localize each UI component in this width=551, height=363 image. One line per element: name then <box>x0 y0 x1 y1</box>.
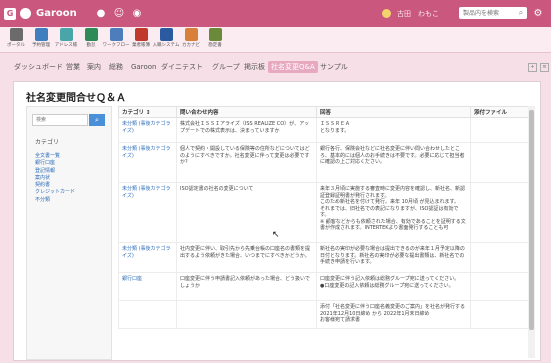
tab-sales[interactable]: 営業 <box>66 61 80 73</box>
category-link-bank[interactable]: 銀行口座 <box>35 160 75 167</box>
category-sidebar: ⌕ カテゴリ 全文書一覧 銀行口座 登記情報 案内状 契約書 クレジットカード … <box>26 106 112 360</box>
qa-table: カテゴリ ↕ 問い合わせ内容 回答 添付ファイル 未分類 (事後カテゴライズ) … <box>118 106 529 329</box>
category-link-registry[interactable]: 登記情報 <box>35 168 75 175</box>
column-header-attachment[interactable]: 添付ファイル <box>470 106 529 118</box>
app-account[interactable]: 勘定書 <box>201 28 229 48</box>
tab-group[interactable]: グループ <box>212 61 240 73</box>
portal-tabs: ダッシュボード 営業 案内 総務 Garoon ダイニテスト グループ 掲示板 … <box>0 58 551 76</box>
app-workflow[interactable]: ワークフロー <box>102 28 130 48</box>
column-header-question[interactable]: 問い合わせ内容 <box>176 106 317 118</box>
address-icon <box>59 28 73 41</box>
category-link-contract[interactable]: 契約書 <box>35 182 75 189</box>
column-header-answer[interactable]: 回答 <box>316 106 471 118</box>
row-category[interactable]: 未分類 (事後カテゴライズ) <box>122 146 173 159</box>
home-icon[interactable] <box>20 8 31 19</box>
table-row[interactable]: 銀行口座 口座変更に伴う申請書記入依頼があった場合、どう扱いでしょうか 口座変更… <box>118 272 529 301</box>
column-header-category[interactable]: カテゴリ ↕ <box>118 106 177 118</box>
row-question: 株式会社ＩＳＳＩアライズ（ISS REALIZE CO）が、アップデートでの株式… <box>180 121 310 134</box>
tab-bulletin[interactable]: 掲示板 <box>244 61 265 73</box>
category-heading: カテゴリ <box>35 139 60 146</box>
row-answer: 銀行各行、保険会社などに社名変更に伴い問い合わせしたところ、基本的には個人のお手… <box>320 146 465 165</box>
ledger-icon <box>134 28 148 41</box>
table-row[interactable]: 未分類 (事後カテゴライズ) 社内変更に伴い、取引先から先乗台帳の口座名の書類を… <box>118 242 529 273</box>
table-scrollbar[interactable] <box>528 106 535 358</box>
top-bar: G Garoon ● ☺ ◉ 古田 わもこ ⌕ ⚙ <box>0 0 551 27</box>
account-icon <box>208 28 222 41</box>
tab-menu-icon[interactable]: ≡ <box>540 63 549 72</box>
flag-icon[interactable]: ◉ <box>131 8 143 20</box>
navi-icon <box>184 28 198 41</box>
scrollbar-thumb[interactable] <box>529 110 534 330</box>
row-category[interactable]: 未分類 (事後カテゴライズ) <box>122 246 173 259</box>
table-row[interactable]: 未分類 (事後カテゴライズ) ISO認定書の社名の変更について 来年３月頃に実施… <box>118 182 529 243</box>
tab-info[interactable]: 案内 <box>87 61 101 73</box>
category-link-credit[interactable]: クレジットカード <box>35 189 75 196</box>
search-button[interactable]: ⌕ <box>89 114 105 126</box>
app-attendance[interactable]: 勤怠 <box>77 28 105 48</box>
row-category[interactable]: 未分類 (事後カテゴライズ) <box>122 121 173 134</box>
app-address[interactable]: アドレス帳 <box>52 28 80 48</box>
user-name[interactable]: 古田 わもこ <box>397 9 439 19</box>
row-answer: 来年３月頃に実施する審査時に変更内容を確認し、新社名、新認証登録証明書が発行され… <box>320 186 466 231</box>
gear-icon[interactable]: ⚙ <box>532 8 544 20</box>
app-schedule[interactable]: 予約管理 <box>27 28 55 48</box>
workflow-icon <box>109 28 123 41</box>
tab-dynitest[interactable]: ダイニテスト <box>161 61 203 73</box>
table-header-row: カテゴリ ↕ 問い合わせ内容 回答 添付ファイル <box>118 106 529 118</box>
category-link-uncategorized[interactable]: 不分類 <box>35 197 75 204</box>
app-menu-bar: ポータル 予約管理 アドレス帳 勤怠 ワークフロー 業者帳簿 入職システム カカ… <box>0 27 551 53</box>
row-category[interactable]: 銀行口座 <box>122 276 173 283</box>
app-portal[interactable]: ポータル <box>2 28 30 48</box>
attendance-icon <box>84 28 98 41</box>
row-answer: 添付「社名変更に伴う口座名義変更のご案内」を社名が発行する2021年12月10日… <box>320 304 466 323</box>
row-question: 社内変更に伴い、取引先から先乗台帳の口座名の書類を提出するよう依頼がきた場合、い… <box>180 246 311 259</box>
bell-icon[interactable]: ● <box>95 8 107 20</box>
row-question: 口座変更に伴う申請書記入依頼があった場合、どう扱いでしょうか <box>180 276 310 289</box>
add-tab-icon[interactable]: + <box>528 63 537 72</box>
row-answer: ＩＳＳＲＥＡ となります。 <box>320 121 351 134</box>
portal-icon <box>9 28 23 41</box>
app-obic7[interactable]: 入職システム <box>152 28 180 48</box>
main-panel: 社名変更問合せＱ＆Ａ ⌕ カテゴリ 全文書一覧 銀行口座 登記情報 案内状 契約… <box>13 81 541 361</box>
tab-dashboard[interactable]: ダッシュボード <box>14 61 63 73</box>
avatar[interactable] <box>382 9 391 18</box>
favorite-icon[interactable]: ☺ <box>113 8 125 20</box>
tab-sample[interactable]: サンプル <box>320 61 348 73</box>
table-row[interactable]: 未分類 (事後カテゴライズ) 個人で契約・開設している保険等の住所などについては… <box>118 142 529 183</box>
app-brand[interactable]: Garoon <box>36 8 77 19</box>
row-question: 個人で契約・開設している保険等の住所などについてはどのようにすべきですか。社名変… <box>180 146 310 165</box>
row-question: ISO認定書の社名の変更について <box>180 186 254 192</box>
row-answer: 口座変更に伴う記入依頼は総務グループ宛に送ってください。 ●口座変更の記入依頼は… <box>320 276 460 289</box>
obic7-icon <box>159 28 173 41</box>
schedule-icon <box>34 28 48 41</box>
mouse-cursor-icon: ↖ <box>272 230 280 240</box>
tab-garoon[interactable]: Garoon <box>131 61 156 73</box>
table-row[interactable]: 未分類 (事後カテゴライズ) 株式会社ＩＳＳＩアライズ（ISS REALIZE … <box>118 117 529 143</box>
page-title: 社名変更問合せＱ＆Ａ <box>26 93 126 104</box>
category-search-input[interactable] <box>32 114 88 126</box>
app-ledger[interactable]: 業者帳簿 <box>127 28 155 48</box>
logo-icon: G <box>4 8 16 20</box>
category-list: 全文書一覧 銀行口座 登記情報 案内状 契約書 クレジットカード 不分類 <box>35 153 75 204</box>
row-category[interactable]: 未分類 (事後カテゴライズ) <box>122 186 173 199</box>
search-icon[interactable]: ⌕ <box>516 8 526 18</box>
tab-company-rename-qa[interactable]: 社名変更Q&A <box>268 61 318 73</box>
tab-general[interactable]: 総務 <box>109 61 123 73</box>
table-row[interactable]: 添付「社名変更に伴う口座名義変更のご案内」を社名が発行する2021年12月10日… <box>118 300 529 329</box>
row-answer: 新社名の実印が必要な場合は提出できるのが来年１月予定以降の日付となります。新社名… <box>320 246 465 265</box>
search-icon: ⌕ <box>95 116 99 124</box>
